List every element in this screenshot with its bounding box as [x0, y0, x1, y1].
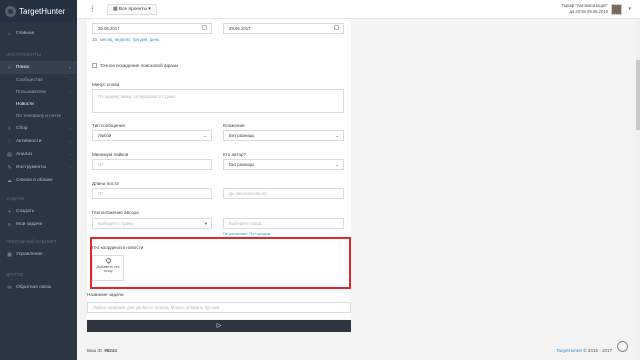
country-select[interactable]: Выберите страну... ▾ — [92, 218, 212, 229]
sidebar-item-feedback[interactable]: ✉ Обратная связь — [0, 281, 77, 294]
home-icon: ⌂ — [7, 30, 12, 37]
play-icon: ▷ — [216, 323, 222, 329]
submit-button[interactable]: ▷ — [87, 320, 351, 332]
sidebar-item-analysis[interactable]: ▤ Анализ › — [0, 148, 77, 161]
chevron-down-icon[interactable]: ▾ — [628, 6, 631, 12]
minus-words-label: Минус слова — [92, 82, 120, 87]
chat-icon[interactable] — [617, 341, 628, 352]
calendar-icon[interactable] — [202, 25, 207, 30]
footer-copyright: TargetHunter © 2015 - 2017 — [556, 348, 612, 353]
tools-icon: ✎ — [7, 164, 12, 171]
chevron-right-icon: › — [69, 139, 71, 144]
chart-icon: ▤ — [7, 151, 12, 158]
message-type-select[interactable]: Любой ⌄ — [92, 130, 212, 141]
sidebar-section-tasks: Задачи — [6, 196, 24, 201]
logo[interactable]: TargetHunter — [0, 0, 77, 22]
sidebar-item-collect[interactable]: ⇩ Сбор › — [0, 122, 77, 135]
geo-coordinate-highlight — [90, 237, 351, 289]
chevron-right-icon: › — [69, 165, 71, 170]
chevron-down-icon: ▾ — [148, 7, 151, 12]
sidebar-subitem-news[interactable]: Новости — [0, 98, 77, 110]
geo-region-links[interactable]: По регионам / По городам — [223, 231, 270, 236]
task-name-label: Название задачи — [87, 292, 124, 297]
sidebar-subitem-phone-email[interactable]: По телефону и почте — [0, 110, 77, 122]
scrollbar-thumb[interactable] — [636, 60, 640, 130]
date-from-input[interactable]: 29.05.2017 — [92, 23, 212, 34]
sidebar-subitem-users[interactable]: Пользователи › — [0, 86, 77, 98]
download-icon: ⇩ — [7, 125, 12, 132]
sidebar-item-my-tasks[interactable]: ≡ Мои задачи — [0, 218, 77, 231]
checkbox[interactable] — [92, 63, 97, 68]
minus-words-textarea[interactable]: По одному минус словуфразе в строке — [92, 89, 344, 113]
min-likes-input[interactable]: От — [92, 159, 212, 170]
tasks-icon: ≡ — [8, 221, 11, 228]
sidebar-item-main[interactable]: ⌂ Главная — [0, 27, 77, 40]
sidebar-item-manage[interactable]: ▦ Управление — [0, 248, 77, 261]
add-geo-point-button[interactable]: Добавить гео точку — [92, 255, 124, 281]
sidebar-section-other: Другое — [6, 272, 24, 277]
period-prefix: За — [92, 37, 97, 42]
author-geo-label: Геоположение автора — [92, 210, 139, 215]
period-links[interactable]: месяц, неделю, три дня, день — [100, 37, 159, 42]
menu-dots-icon[interactable]: ⋮ — [89, 5, 96, 13]
activity-icon: ♡ — [7, 138, 12, 145]
topbar: ⋮ ▦ Все проекты ▾ Тариф "Автоматизация" … — [77, 0, 640, 19]
date-to-input[interactable]: 29.06.2017 — [223, 23, 344, 34]
author-select[interactable]: Без разницы ⌄ — [223, 159, 344, 170]
message-type-label: Тип сообщения — [92, 123, 125, 128]
sidebar: TargetHunter ⌂ Главная Инструменты ⌕ Пои… — [0, 0, 77, 360]
sidebar-subitem-communities[interactable]: Сообщества › — [0, 74, 77, 86]
attachments-label: Вложения — [223, 123, 245, 128]
user-id: Ваш ID: 98243 — [87, 348, 117, 353]
post-length-label: Длина поста — [92, 181, 119, 186]
map-pin-icon — [104, 256, 112, 265]
sidebar-item-search[interactable]: ⌕ Поиск ▾ — [0, 61, 77, 74]
chevron-down-icon: ⌄ — [335, 162, 339, 167]
sidebar-item-tools[interactable]: ✎ Инструменты › — [0, 161, 77, 174]
plus-icon: + — [8, 208, 11, 215]
task-name-input[interactable]: Любое название для удобного поиска. Можн… — [87, 302, 351, 313]
search-icon: ⌕ — [8, 64, 11, 71]
chevron-down-icon: ⌄ — [203, 133, 207, 138]
chevron-down-icon: ⌄ — [335, 133, 339, 138]
city-select[interactable]: Выберите город... — [223, 218, 344, 229]
chevron-right-icon: › — [69, 152, 71, 157]
sidebar-item-create[interactable]: + Создать — [0, 205, 77, 218]
calendar-icon[interactable] — [334, 25, 339, 30]
chevron-right-icon: › — [69, 89, 71, 94]
cloud-icon: ☁ — [7, 177, 12, 184]
feedback-icon: ✉ — [7, 284, 12, 291]
manage-icon: ▦ — [7, 251, 12, 258]
chevron-down-icon: ▾ — [68, 65, 71, 70]
attachments-select[interactable]: Без разницы ⌄ — [223, 130, 344, 141]
sidebar-section-tools: Инструменты — [6, 52, 41, 57]
grid-icon: ▦ — [113, 7, 118, 12]
projects-dropdown[interactable]: ▦ Все проекты ▾ — [107, 4, 157, 15]
logo-icon — [5, 5, 16, 17]
logo-text: TargetHunter — [19, 6, 66, 16]
chevron-right-icon: › — [69, 126, 71, 131]
min-likes-label: Минимум лайков — [92, 152, 129, 157]
tariff-info[interactable]: Тариф "Автоматизация" до 23:59 09.06.201… — [561, 3, 608, 14]
chevron-down-icon: ▾ — [204, 221, 207, 226]
sidebar-item-cloud-lists[interactable]: ☁ Списки в облаке — [0, 174, 77, 187]
chevron-right-icon: › — [69, 77, 71, 82]
author-label: Кто автор? — [223, 152, 247, 157]
sidebar-section-ads: Рекламный кабинет — [6, 239, 57, 244]
post-length-from-input[interactable]: От — [92, 188, 212, 199]
avatar[interactable] — [611, 4, 622, 15]
exact-phrase-checkbox[interactable]: Точное вхождение поисковой фразы — [92, 63, 178, 68]
post-length-to-input[interactable]: До (включительно) — [223, 188, 344, 199]
sidebar-item-activity[interactable]: ♡ Активности › — [0, 135, 77, 148]
